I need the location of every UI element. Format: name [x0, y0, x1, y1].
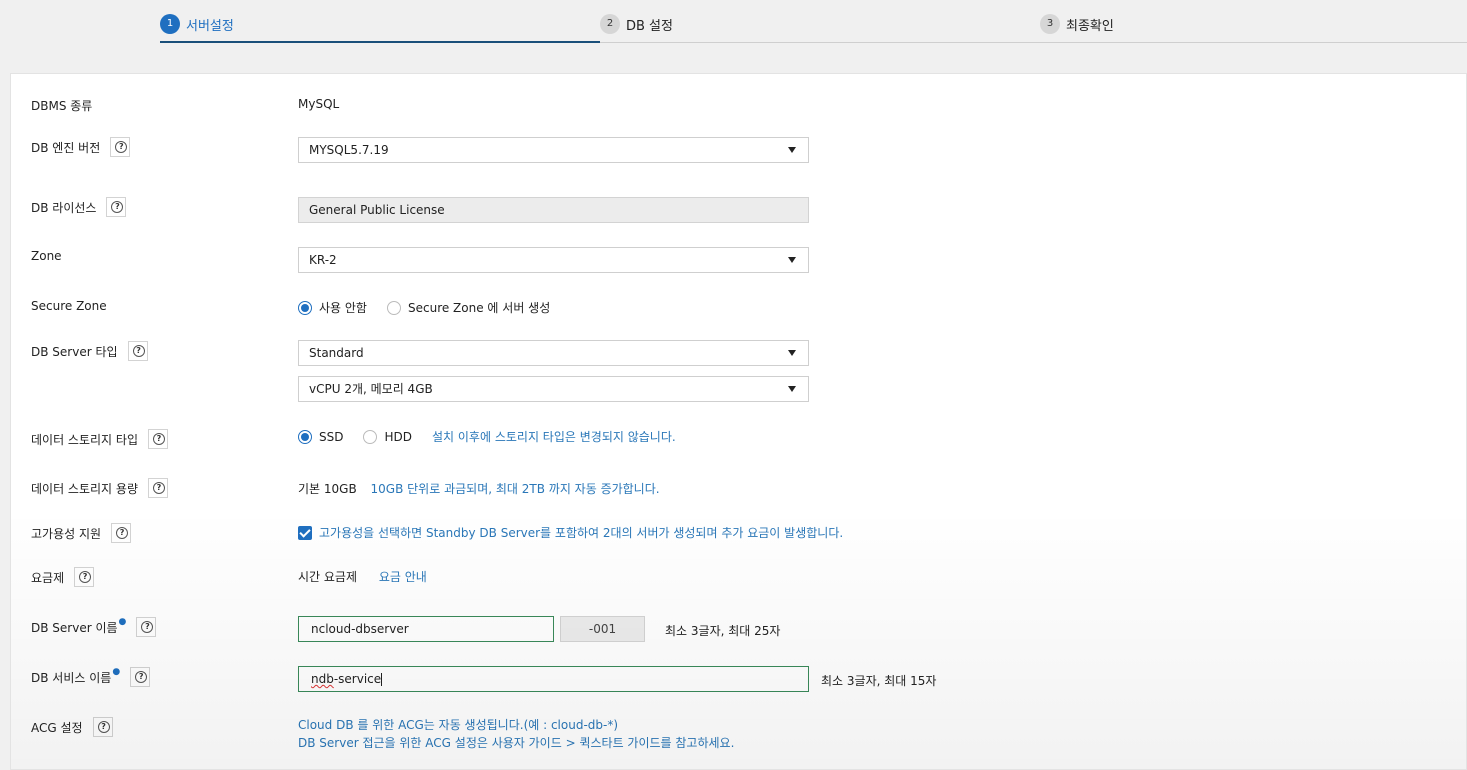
required-mark-icon: ●: [118, 617, 127, 627]
storage-ssd-label[interactable]: SSD: [319, 430, 343, 444]
pricing-label-text: 요금제: [31, 570, 65, 585]
high-availability-row: 고가용성을 선택하면 Standby DB Server를 포함하여 2대의 서…: [298, 524, 843, 541]
dbms-type-label-text: DBMS 종류: [31, 99, 93, 113]
service-name-hint: 최소 3글자, 최대 15자: [821, 674, 937, 688]
license-field: General Public License: [298, 197, 809, 223]
dbms-type-label: DBMS 종류: [31, 97, 92, 114]
zone-label: Zone: [31, 249, 62, 263]
dbms-type-value: MySQL: [298, 97, 340, 111]
storage-size-value: 기본 10GB 10GB 단위로 과금되며, 최대 2TB 까지 자동 증가합니…: [298, 480, 660, 497]
server-type-label-text: DB Server 타입: [31, 344, 118, 359]
license-label: DB 라이선스: [31, 197, 127, 217]
storage-hdd-label[interactable]: HDD: [384, 430, 412, 444]
help-icon[interactable]: [136, 617, 157, 637]
service-name-label: DB 서비스 이름 ●: [31, 667, 151, 687]
server-settings-form: DBMS 종류 MySQL DB 엔진 버전 MYSQL5.7.19 DB 라이…: [10, 73, 1467, 770]
server-spec-value: vCPU 2개, 메모리 4GB: [309, 382, 433, 396]
help-icon[interactable]: [127, 341, 148, 361]
pricing-value-row: 시간 요금제 요금 안내: [298, 568, 427, 585]
step-label: 최종확인: [1066, 19, 1114, 34]
service-name-value-prefix: ndb: [311, 672, 334, 686]
help-icon[interactable]: [74, 567, 95, 587]
storage-size-label: 데이터 스토리지 용량: [31, 478, 168, 498]
secure-zone-off-label[interactable]: 사용 안함: [319, 299, 367, 316]
server-name-label-text: DB Server 이름: [31, 620, 118, 635]
engine-version-label-text: DB 엔진 버전: [31, 140, 101, 155]
caret-down-icon: [788, 147, 796, 153]
caret-down-icon: [788, 350, 796, 356]
stepper: 1 서버설정 2 DB 설정 3 최종확인: [0, 0, 1467, 72]
license-label-text: DB 라이선스: [31, 200, 97, 215]
server-spec-select[interactable]: vCPU 2개, 메모리 4GB: [298, 376, 809, 402]
zone-label-text: Zone: [31, 249, 62, 263]
help-icon[interactable]: [111, 523, 132, 543]
server-name-suffix: -001: [560, 616, 645, 642]
storage-size-default: 기본 10GB: [298, 482, 357, 496]
zone-select[interactable]: KR-2: [298, 247, 809, 273]
pricing-value: 시간 요금제: [298, 570, 358, 584]
storage-ssd-radio[interactable]: [298, 429, 312, 444]
server-type-label: DB Server 타입: [31, 341, 148, 361]
acg-info: Cloud DB 를 위한 ACG는 자동 생성됩니다.(예 : cloud-d…: [298, 716, 734, 752]
caret-down-icon: [788, 257, 796, 263]
help-icon[interactable]: [130, 667, 151, 687]
pricing-guide-link[interactable]: 요금 안내: [379, 570, 427, 584]
secure-zone-label-text: Secure Zone: [31, 299, 107, 313]
server-type-value: Standard: [309, 346, 364, 360]
secure-zone-on-label[interactable]: Secure Zone 에 서버 생성: [408, 299, 550, 316]
step-number: 1: [160, 14, 180, 34]
step-db-settings[interactable]: 2 DB 설정: [600, 0, 1040, 43]
secure-zone-on-radio[interactable]: [386, 300, 401, 315]
storage-type-radio-group: SSD HDD 설치 이후에 스토리지 타입은 변경되지 않습니다.: [298, 428, 676, 445]
server-name-input[interactable]: ncloud-dbserver: [298, 616, 554, 642]
storage-size-note: 10GB 단위로 과금되며, 최대 2TB 까지 자동 증가합니다.: [370, 482, 660, 496]
secure-zone-radio-group: 사용 안함 Secure Zone 에 서버 생성: [298, 299, 570, 316]
engine-version-select[interactable]: MYSQL5.7.19: [298, 137, 809, 163]
secure-zone-off-radio[interactable]: [298, 300, 312, 315]
help-icon[interactable]: [148, 429, 168, 449]
step-label: DB 설정: [626, 19, 673, 34]
storage-size-label-text: 데이터 스토리지 용량: [31, 481, 138, 496]
acg-info-line1: Cloud DB 를 위한 ACG는 자동 생성됩니다.(예 : cloud-d…: [298, 718, 619, 732]
secure-zone-label: Secure Zone: [31, 299, 107, 313]
acg-label-text: ACG 설정: [31, 720, 83, 735]
zone-value: KR-2: [309, 253, 337, 267]
storage-type-label-text: 데이터 스토리지 타입: [31, 432, 138, 447]
storage-hdd-radio[interactable]: [363, 429, 378, 444]
step-final-confirm[interactable]: 3 최종확인: [1040, 0, 1467, 43]
storage-type-label: 데이터 스토리지 타입: [31, 429, 168, 449]
high-availability-note: 고가용성을 선택하면 Standby DB Server를 포함하여 2대의 서…: [319, 526, 844, 540]
engine-version-label: DB 엔진 버전: [31, 137, 131, 157]
server-type-select[interactable]: Standard: [298, 340, 809, 366]
acg-label: ACG 설정: [31, 717, 113, 737]
server-name-label: DB Server 이름 ●: [31, 617, 157, 637]
high-availability-label: 고가용성 지원: [31, 523, 132, 543]
storage-type-note: 설치 이후에 스토리지 타입은 변경되지 않습니다.: [432, 430, 676, 444]
pricing-label: 요금제: [31, 567, 95, 587]
step-number: 2: [600, 14, 620, 34]
caret-down-icon: [788, 386, 796, 392]
service-name-input[interactable]: ndb-service: [298, 666, 809, 692]
step-label: 서버설정: [186, 19, 234, 34]
server-name-hint: 최소 3글자, 최대 25자: [665, 624, 781, 638]
engine-version-value: MYSQL5.7.19: [309, 143, 389, 157]
help-icon[interactable]: [110, 137, 131, 157]
help-icon[interactable]: [106, 197, 127, 217]
bottom-shade: [11, 509, 1466, 769]
high-availability-label-text: 고가용성 지원: [31, 526, 102, 541]
service-name-label-text: DB 서비스 이름: [31, 670, 112, 685]
high-availability-checkbox[interactable]: [298, 525, 312, 540]
step-number: 3: [1040, 14, 1060, 34]
service-name-value-rest: -service: [333, 672, 382, 686]
required-mark-icon: ●: [112, 667, 121, 677]
acg-info-line2[interactable]: DB Server 접근을 위한 ACG 설정은 사용자 가이드 > 퀵스타트 …: [298, 734, 734, 752]
step-server-settings[interactable]: 1 서버설정: [160, 0, 600, 43]
text-cursor: [381, 673, 383, 686]
help-icon[interactable]: [148, 478, 168, 498]
help-icon[interactable]: [92, 717, 113, 737]
